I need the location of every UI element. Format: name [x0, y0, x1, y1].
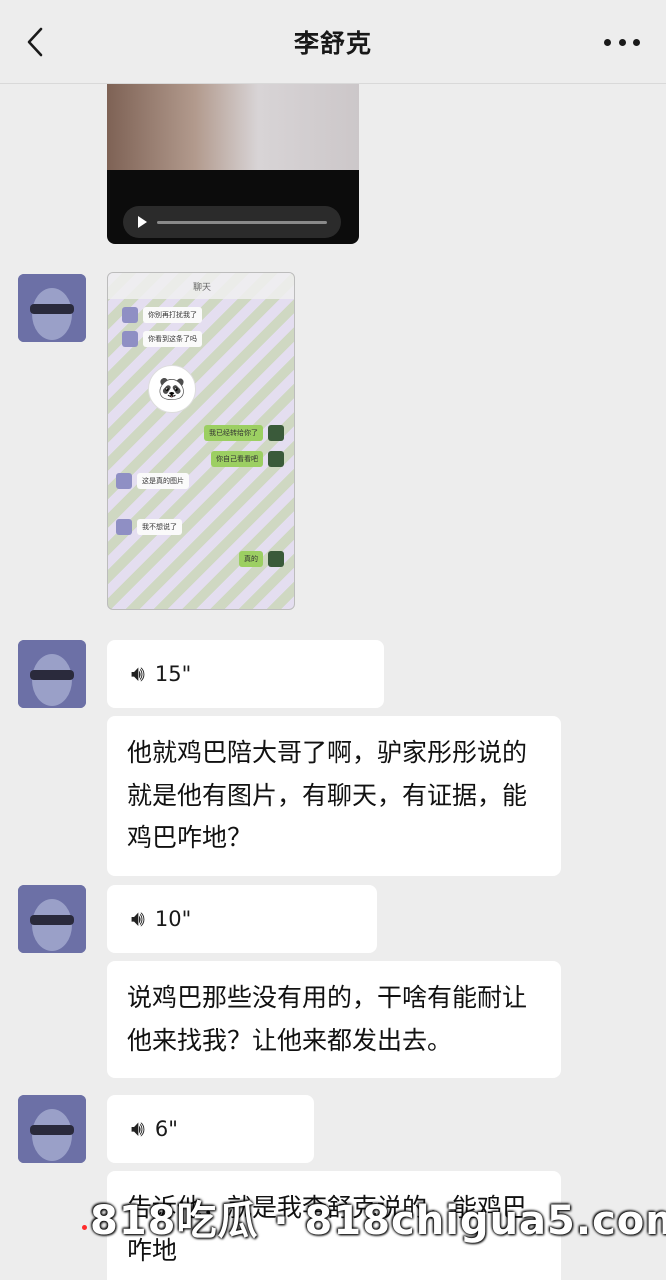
list-item: 你自己看看吧	[211, 451, 284, 467]
avatar[interactable]	[18, 885, 86, 953]
avatar[interactable]	[18, 274, 86, 342]
video-progress[interactable]	[157, 221, 327, 224]
video-message[interactable]	[107, 84, 359, 244]
voice-message[interactable]: 🔊︎ 10"	[107, 885, 377, 953]
watermark-dot	[82, 1225, 87, 1230]
voice-duration: 6"	[154, 1117, 178, 1141]
voice-duration: 15"	[154, 662, 192, 686]
more-options-button[interactable]	[604, 30, 640, 54]
text-message[interactable]: 他就鸡巴陪大哥了啊，驴家彤彤说的就是他有图片，有聊天，有证据，能鸡巴咋地？	[107, 716, 561, 876]
list-item: 这是真的图片	[116, 473, 189, 489]
chevron-left-icon	[27, 27, 43, 57]
sticker-image: 🐼	[148, 365, 196, 413]
list-item: 我不想说了	[116, 519, 182, 535]
voice-message[interactable]: 🔊︎ 6"	[107, 1095, 314, 1163]
voice-wave-icon: 🔊︎	[131, 906, 145, 932]
voice-duration: 10"	[154, 907, 192, 931]
avatar[interactable]	[18, 1095, 86, 1163]
image-message[interactable]: 聊天 你别再打扰我了 你看到这条了吗 🐼 我已经转给你了 你自己看看吧 这是真的…	[107, 272, 295, 610]
video-controls[interactable]	[123, 206, 341, 238]
screenshot-header: 聊天	[108, 273, 294, 299]
text-message[interactable]: 说鸡巴那些没有用的，干啥有能耐让他来找我？让他来都发出去。	[107, 961, 561, 1078]
watermark: 818吃瓜 · 818chigua5.com	[90, 1198, 666, 1244]
list-item: 真的	[239, 551, 284, 567]
back-button[interactable]	[18, 22, 52, 62]
voice-message[interactable]: 🔊︎ 15"	[107, 640, 384, 708]
play-icon[interactable]	[135, 215, 149, 229]
video-thumbnail	[107, 84, 359, 170]
list-item: 我已经转给你了	[204, 425, 284, 441]
avatar[interactable]	[18, 640, 86, 708]
avatar-image	[18, 274, 86, 342]
top-bar: 李舒克	[0, 0, 666, 84]
chat-title: 李舒克	[293, 28, 372, 58]
more-icon	[604, 38, 611, 46]
voice-wave-icon: 🔊︎	[131, 1116, 145, 1142]
list-item: 你看到这条了吗	[122, 331, 202, 347]
list-item: 你别再打扰我了	[122, 307, 202, 323]
voice-wave-icon: 🔊︎	[131, 661, 145, 687]
